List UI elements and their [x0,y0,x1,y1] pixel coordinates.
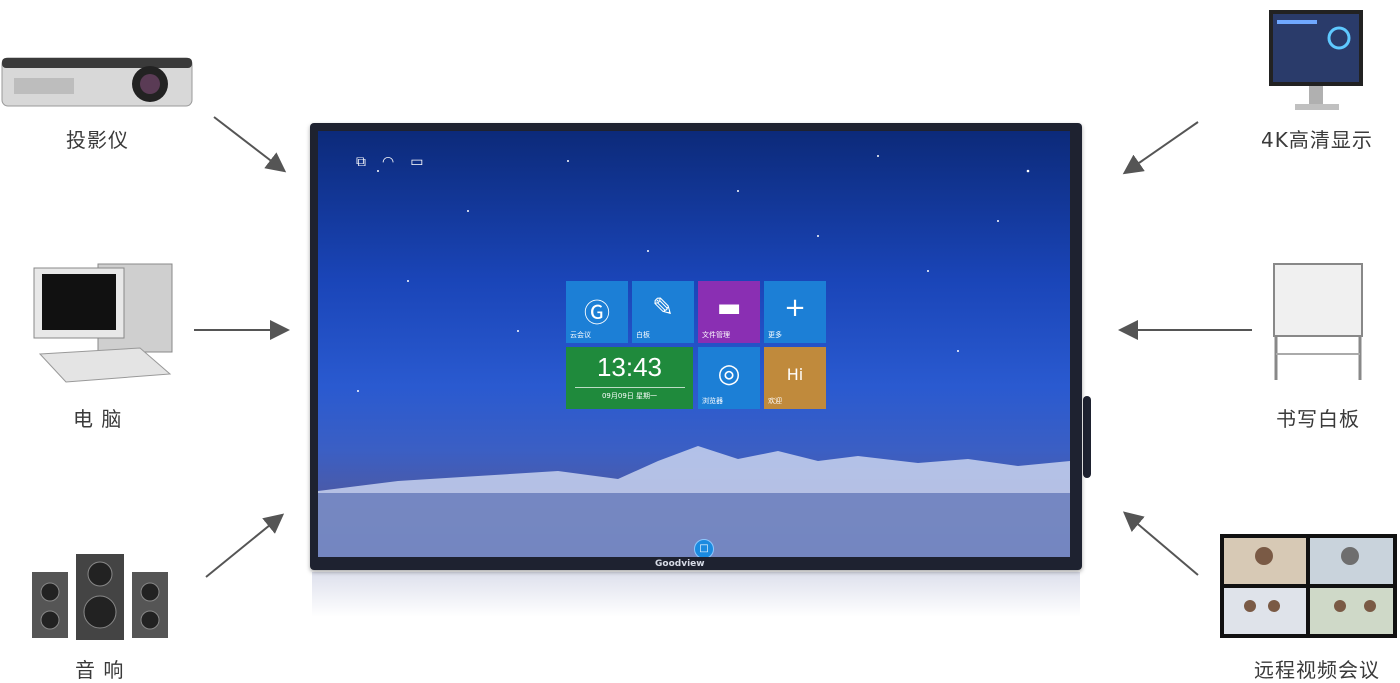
arrow-speakers [205,513,285,578]
tile-browser[interactable]: ◎ 浏览器 [698,347,760,409]
hi-icon: Hi [786,365,804,384]
arrow-video-conference [1122,511,1199,576]
clock-date: 09月09日 星期一 [601,392,658,400]
clock-time: 13:43 [596,352,663,382]
tile-more[interactable]: + 更多 [764,281,826,343]
tv-reflection [312,572,1080,617]
status-bar: ⧉ ◠ ▭ [356,155,423,169]
cast-icon[interactable]: ▭ [410,155,423,169]
cloud-meeting-icon: Ⓖ [583,299,610,329]
app-tiles: Ⓖ 云会议 ✎ 白板 ▬ 文件管理 + 更多 13:43 09月09日 星期一 … [566,281,828,409]
arrow-monitor [1122,121,1199,175]
tile-whiteboard[interactable]: ✎ 白板 [632,281,694,343]
whiteboard-icon: ✎ [652,293,674,323]
interactive-display: ⧉ ◠ ▭ Ⓖ 云会议 ✎ 白板 ▬ 文件管理 + 更多 13:43 09月09… [310,123,1082,570]
screen-share-icon[interactable]: ⧉ [356,155,366,169]
mountain-landscape [318,446,1070,557]
stylus-pen [1083,396,1091,478]
home-button[interactable]: □ [694,539,714,557]
folder-icon: ▬ [716,293,742,323]
plus-icon: + [784,293,806,323]
display-screen: ⧉ ◠ ▭ Ⓖ 云会议 ✎ 白板 ▬ 文件管理 + 更多 13:43 09月09… [318,131,1070,557]
chrome-icon: ◎ [717,359,741,389]
tile-welcome[interactable]: Hi 欢迎 [764,347,826,409]
tile-cloud-meeting[interactable]: Ⓖ 云会议 [566,281,628,343]
tile-file-manager[interactable]: ▬ 文件管理 [698,281,760,343]
tile-clock[interactable]: 13:43 09月09日 星期一 [566,347,693,409]
brand-logo: Goodview [655,559,705,569]
wifi-icon[interactable]: ◠ [382,155,394,169]
arrow-projector [213,116,287,173]
